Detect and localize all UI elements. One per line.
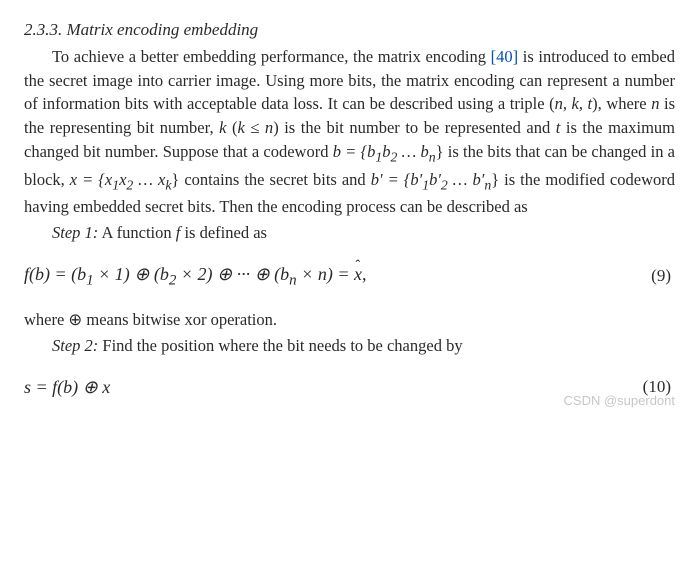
text: ), where [592,94,651,113]
text: ) is the bit number to be represented an… [273,118,556,137]
equation-9-content: f(b) = (b1 × 1) ⊕ (b2 × 2) ⊕ ··· ⊕ (bn ×… [24,261,366,292]
step-2-line: Step 2: Find the position where the bit … [24,334,675,358]
equation-9: f(b) = (b1 × 1) ⊕ (b2 × 2) ⊕ ··· ⊕ (bn ×… [24,261,675,292]
expr-bprime: b′ = {b′1b′2 … b′n [371,170,492,189]
text: A function [98,223,175,242]
expr-x: x = {x1x2 … xk [70,170,172,189]
text: To achieve a better embedding performanc… [52,47,491,66]
citation-link[interactable]: [40] [491,47,519,66]
xhat: x [354,264,362,284]
section-heading: 2.3.3. Matrix encoding embedding [24,18,675,43]
text: ( [226,118,237,137]
step-1-label: Step 1: [52,223,98,242]
expr-b: b = {b1b2 … bn [333,142,436,161]
step-2-label: Step 2: [52,336,98,355]
var-kn: k ≤ n [237,118,273,137]
paragraph-main: To achieve a better embedding performanc… [24,45,675,219]
text: is defined as [180,223,267,242]
text: } contains the secret bits and [171,170,370,189]
xor-explanation: where ⊕ means bitwise xor operation. [24,308,675,332]
step-1-line: Step 1: A function f is defined as [24,221,675,245]
text: Find the position where the bit needs to… [98,336,462,355]
var-triple: n, k, t [555,94,593,113]
equation-9-number: (9) [651,264,675,289]
watermark: CSDN @superdont [24,392,675,411]
